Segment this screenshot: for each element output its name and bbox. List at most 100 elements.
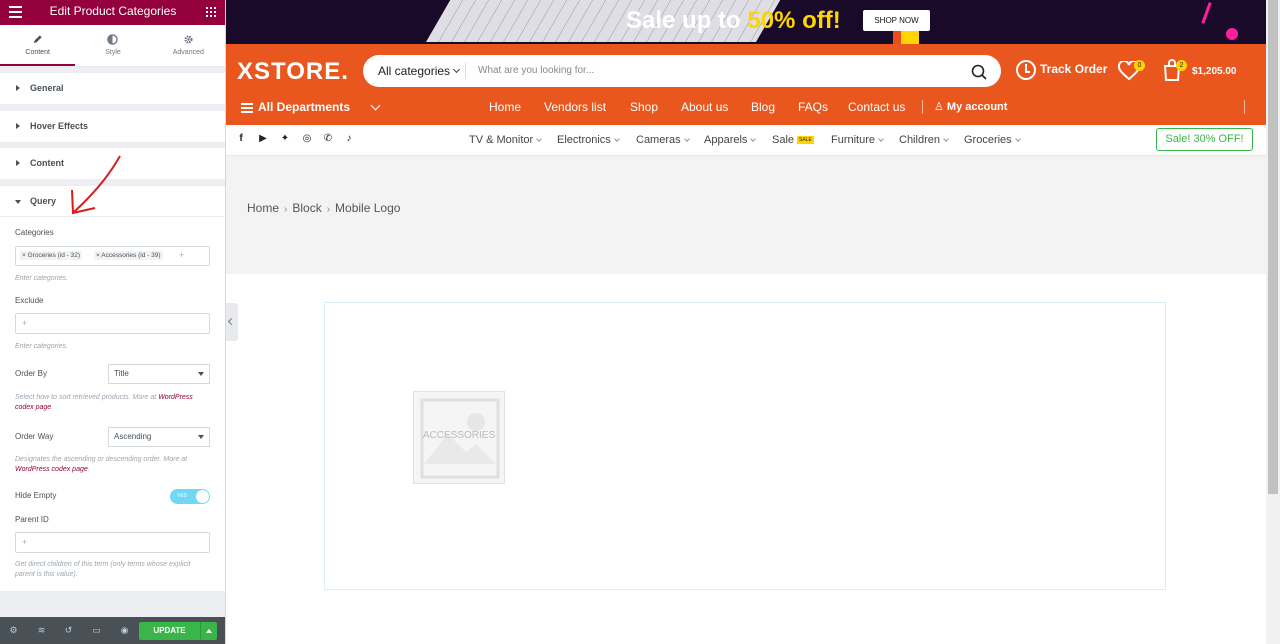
cat-label: Sale <box>772 134 795 146</box>
order-way-value: Ascending <box>114 432 152 441</box>
nav-home[interactable]: Home <box>489 100 521 114</box>
account-label: My account <box>946 101 1008 113</box>
section-hover-effects-label: Hover Effects <box>30 121 89 131</box>
navigator-icon[interactable]: ≋ <box>36 625 47 636</box>
cat-furniture[interactable]: Furniture <box>831 134 884 146</box>
cart-total[interactable]: $1,205.00 <box>1192 66 1237 77</box>
gear-icon <box>184 35 193 44</box>
cat-children[interactable]: Children <box>899 134 949 146</box>
breadcrumb-home[interactable]: Home <box>247 201 279 215</box>
tiktok-icon[interactable]: ♪ <box>343 133 355 144</box>
instagram-icon[interactable]: ◎ <box>301 133 313 144</box>
nav-blog[interactable]: Blog <box>751 100 775 114</box>
hide-empty-toggle[interactable]: Yes <box>170 489 210 504</box>
promo-sale-text: Sale up to <box>626 7 748 34</box>
cat-apparels[interactable]: Apparels <box>704 134 757 146</box>
category-tag[interactable]: × Groceries (id - 32) <box>20 251 82 260</box>
page-scrollbar[interactable] <box>1266 0 1280 644</box>
cat-tv-monitor[interactable]: TV & Monitor <box>469 134 543 146</box>
nav-contact-us[interactable]: Contact us <box>848 100 905 114</box>
youtube-icon[interactable]: ▶ <box>257 133 269 144</box>
cat-electronics[interactable]: Electronics <box>557 134 620 146</box>
add-icon[interactable]: + <box>179 250 184 260</box>
search-category-dropdown[interactable]: All categories <box>378 64 461 78</box>
wishlist-count-badge: 0 <box>1134 60 1145 71</box>
nav-vendors-list[interactable]: Vendors list <box>544 100 606 114</box>
update-button[interactable]: UPDATE <box>139 622 200 640</box>
site-logo[interactable]: XSTORE. <box>237 58 349 86</box>
history-icon[interactable]: ↺ <box>63 625 74 636</box>
scrollbar-thumb[interactable] <box>1268 0 1278 494</box>
shop-now-button[interactable]: SHOP NOW <box>863 10 930 31</box>
section-general[interactable]: General <box>0 73 225 104</box>
caret-right-icon <box>16 85 20 91</box>
update-options-button[interactable] <box>200 622 217 640</box>
chevron-down-icon <box>750 136 757 142</box>
tab-advanced-label: Advanced <box>172 49 204 56</box>
add-icon[interactable]: + <box>22 318 27 328</box>
order-by-value: Title <box>114 369 129 378</box>
search-input[interactable]: What are you looking for... <box>478 65 594 76</box>
order-way-select[interactable]: Ascending <box>108 427 210 447</box>
caret-up-icon <box>206 629 212 633</box>
product-categories-widget[interactable]: ACCESSORIES <box>324 302 1166 590</box>
collapse-panel-button[interactable] <box>226 303 238 341</box>
settings-icon[interactable]: ⚙ <box>8 625 19 636</box>
section-hover-effects[interactable]: Hover Effects <box>0 111 225 142</box>
cat-label: Groceries <box>964 134 1012 146</box>
breadcrumb-block[interactable]: Block <box>292 201 321 215</box>
track-order-label: Track Order <box>1040 62 1108 77</box>
breadcrumb: Home › Block › Mobile Logo <box>247 201 400 215</box>
all-departments-button[interactable]: All Departments <box>241 100 350 115</box>
tab-content[interactable]: Content <box>0 25 76 66</box>
order-by-select[interactable]: Title <box>108 364 210 384</box>
cat-label: Electronics <box>557 134 611 146</box>
tab-style[interactable]: Style <box>75 25 150 66</box>
placeholder-caption: ACCESSORIES <box>422 430 496 441</box>
track-order-link[interactable]: Track Order <box>1016 60 1107 80</box>
nav-about-us[interactable]: About us <box>681 100 728 114</box>
cat-groceries[interactable]: Groceries <box>964 134 1021 146</box>
panel-tabs: Content Style Advanced <box>0 25 225 67</box>
nav-shop[interactable]: Shop <box>630 100 658 114</box>
chevron-right-icon: › <box>326 204 331 215</box>
add-icon[interactable]: + <box>22 537 27 547</box>
twitter-icon[interactable]: ✦ <box>279 133 291 144</box>
chevron-down-icon[interactable] <box>370 100 381 111</box>
nav-faqs[interactable]: FAQs <box>798 100 828 114</box>
chevron-right-icon: › <box>284 204 288 215</box>
search-icon[interactable] <box>971 64 987 80</box>
order-by-label: Order By <box>15 369 48 378</box>
parent-id-hint: Get direct children of this term (only t… <box>15 561 191 578</box>
breadcrumb-current: Mobile Logo <box>335 201 401 215</box>
sale-30-button[interactable]: Sale! 30% OFF! <box>1156 128 1253 151</box>
gift-box-icon <box>893 31 919 44</box>
order-way-label: Order Way <box>15 432 54 441</box>
category-tag-label: Groceries (id - 32) <box>27 252 80 259</box>
cat-label: Apparels <box>704 134 748 146</box>
my-account-link[interactable]: ♙ My account <box>934 100 1007 113</box>
decor-sparkle <box>1226 28 1238 40</box>
order-way-hint-text: Designates the ascending or descending o… <box>15 456 188 463</box>
responsive-icon[interactable]: ▭ <box>91 625 102 636</box>
cat-cameras[interactable]: Cameras <box>636 134 690 146</box>
preview-eye-icon[interactable]: ◉ <box>119 625 130 636</box>
widgets-grid-icon[interactable] <box>206 7 216 17</box>
hint-period: . <box>51 404 54 411</box>
caret-right-icon <box>16 160 20 166</box>
facebook-icon[interactable]: f <box>235 133 247 144</box>
chevron-down-icon <box>1014 136 1021 142</box>
whatsapp-icon[interactable]: ✆ <box>322 133 334 144</box>
parent-id-select[interactable]: + <box>15 532 210 553</box>
search-category-label: All categories <box>378 64 451 78</box>
codex-link[interactable]: WordPress codex page <box>15 466 88 473</box>
category-tag[interactable]: × Accessories (id - 39) <box>94 251 163 260</box>
categories-select[interactable]: × Groceries (id - 32) × Accessories (id … <box>15 246 210 266</box>
promo-highlight: 50% off! <box>747 7 841 34</box>
cat-sale[interactable]: Sale SALE <box>772 134 814 146</box>
cat-label: Furniture <box>831 134 876 146</box>
promo-banner[interactable]: Sale up to 50% off! SHOP NOW <box>226 0 1266 44</box>
category-placeholder-image[interactable]: ACCESSORIES <box>413 391 505 484</box>
tab-advanced[interactable]: Advanced <box>151 25 225 66</box>
exclude-select[interactable]: + <box>15 313 210 334</box>
